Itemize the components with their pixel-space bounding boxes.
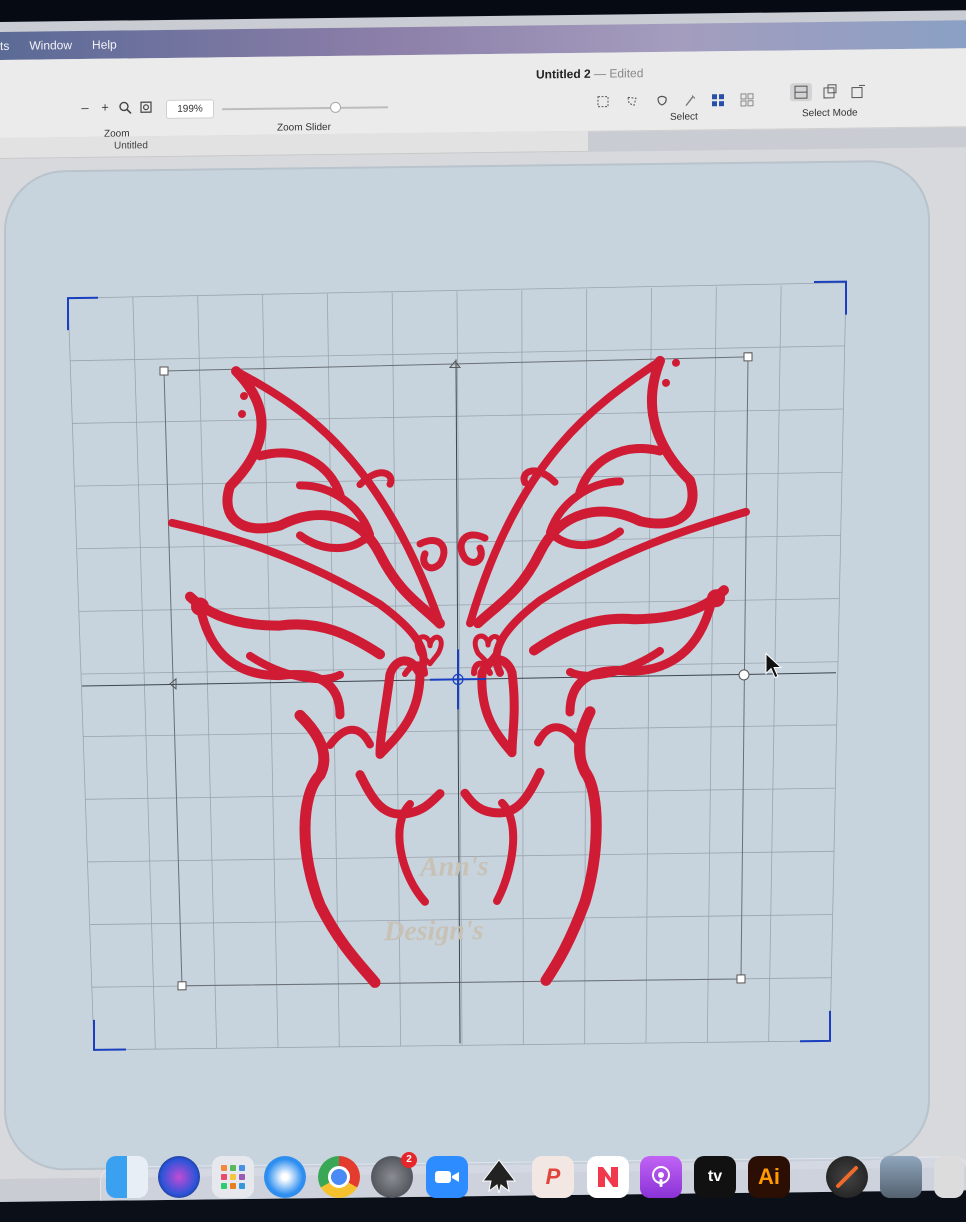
screen: ts Window Help Untitled 2 — Edited – + Z… [0, 10, 966, 1202]
grid-line-vertical [521, 290, 524, 1045]
window-title: Untitled 2 — Edited [536, 66, 643, 81]
select-label: Select [670, 111, 698, 123]
rotate-handle [738, 669, 750, 681]
grid-line-vertical [584, 289, 588, 1044]
toolbar: Untitled 2 — Edited – + Zoom 199% Zoom S… [0, 48, 966, 140]
grid-line-vertical [706, 286, 717, 1043]
select-mode-subtract-button[interactable] [847, 82, 869, 100]
zoom-slider-track[interactable] [222, 106, 388, 111]
select-mode-label: Select Mode [802, 107, 858, 120]
document-status: — Edited [594, 66, 644, 81]
zoom-fit-icon[interactable] [139, 100, 153, 114]
design-canvas[interactable]: Ann's Design's [0, 147, 966, 1179]
select-mode-add-button[interactable] [819, 83, 841, 101]
menu-item-window[interactable]: Window [19, 38, 82, 53]
menu-item-help[interactable]: Help [82, 37, 127, 52]
freehand-select-icon[interactable] [655, 94, 669, 108]
select-grid-icon[interactable] [740, 93, 754, 107]
zoom-value-field[interactable]: 199% [166, 99, 214, 119]
handle-top-right [743, 352, 753, 362]
document-name: Untitled 2 [536, 66, 591, 82]
handle-bottom-left [177, 981, 187, 991]
rect-select-icon[interactable] [596, 95, 610, 109]
lasso-select-icon[interactable] [625, 94, 639, 108]
watermark-line2: Design's [383, 915, 484, 947]
handle-bottom-right [736, 974, 746, 984]
grid-line-vertical [829, 284, 847, 1041]
select-grid-active-icon[interactable] [711, 93, 725, 107]
menu-item-partial[interactable]: ts [0, 39, 19, 53]
workspace: Ann's Design's [0, 147, 966, 1179]
watermark-line1: Ann's [418, 851, 489, 883]
zoom-magnifier-icon[interactable] [118, 100, 132, 114]
zoom-slider-label: Zoom Slider [277, 121, 331, 134]
zoom-slider-thumb[interactable] [329, 101, 341, 113]
select-mode-single-button[interactable] [790, 83, 812, 102]
zoom-in-button[interactable]: + [98, 100, 112, 115]
handle-top-left [159, 366, 169, 376]
wand-select-icon[interactable] [683, 93, 697, 107]
zoom-out-button[interactable]: – [78, 100, 92, 115]
center-crosshair-icon[interactable] [430, 649, 486, 710]
tab-untitled[interactable]: Untitled [114, 140, 148, 151]
